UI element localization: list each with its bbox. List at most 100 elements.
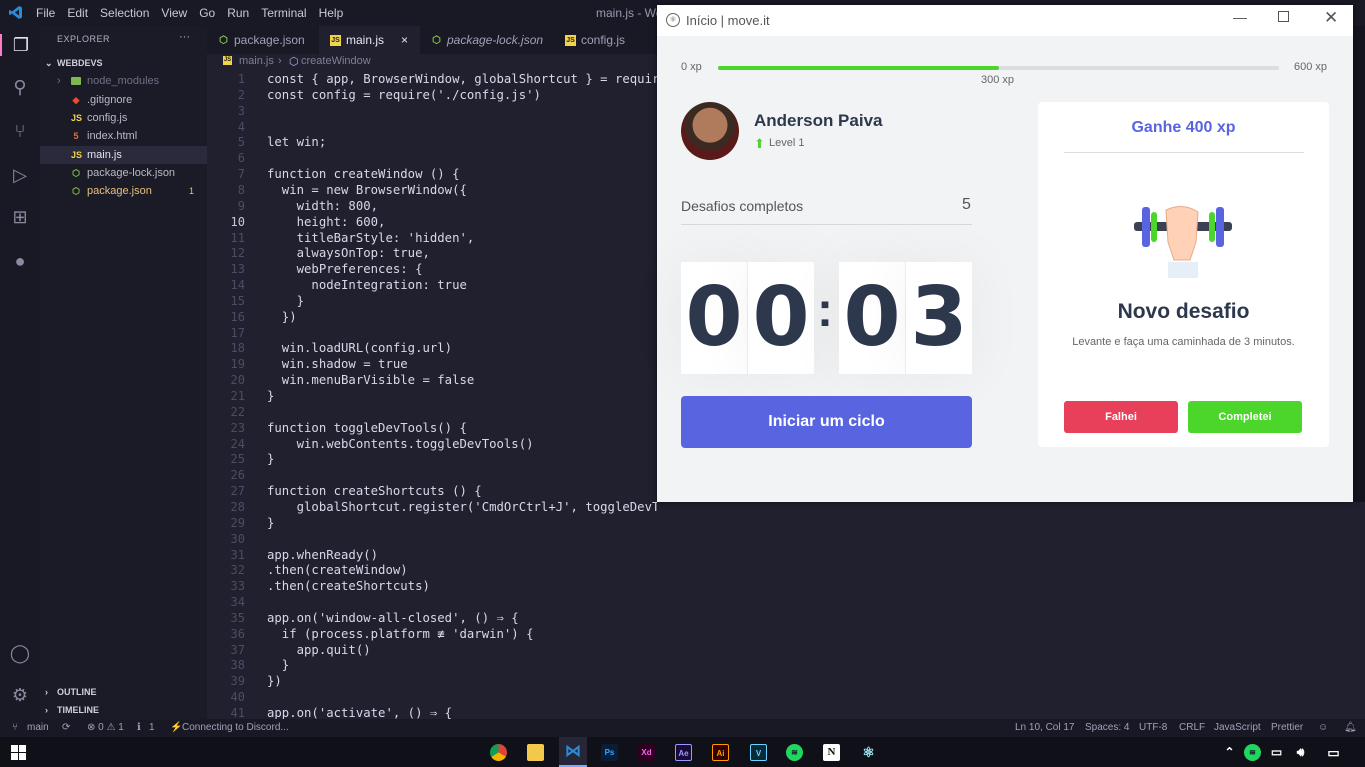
tab-package-lock-json[interactable]: ⬡ package-lock.json (420, 26, 554, 54)
tree-item-main-js[interactable]: JS main.js (40, 146, 207, 164)
line-number: 15 (230, 293, 245, 308)
encoding-status[interactable]: UTF-8 (1139, 722, 1167, 733)
tree-item-config-js[interactable]: JS config.js (40, 109, 207, 127)
spotify-tray-icon[interactable]: ≋ (1244, 744, 1261, 761)
breadcrumb-symbol[interactable]: createWindow (301, 55, 371, 67)
js-file-icon: JS (330, 35, 341, 46)
feedback-icon[interactable]: ☺ (1318, 722, 1328, 733)
account-icon[interactable]: ◯ (9, 642, 31, 664)
chrome-icon[interactable] (490, 744, 507, 761)
nodejs-icon: ⬡ (432, 35, 441, 46)
code-line: .then(createWindow) (267, 563, 408, 578)
sync-icon[interactable]: ⟳ (62, 722, 70, 733)
code-line: titleBarStyle: 'hidden', (267, 230, 475, 245)
line-number: 31 (230, 547, 245, 562)
code-line: .then(createShortcuts) (267, 579, 430, 594)
code-line: webPreferences: { (267, 262, 423, 277)
level-up-icon: ⬆ (754, 136, 765, 151)
prettier-status[interactable]: Prettier (1271, 722, 1303, 733)
explorer-icon[interactable]: ❐ (0, 34, 40, 56)
project-folder[interactable]: ⌄ WEBDEVS (40, 54, 207, 72)
tab-main-js[interactable]: JS main.js × (319, 26, 420, 54)
settings-gear-icon[interactable]: ⚙ (9, 684, 31, 706)
code-line: win.shadow = true (267, 357, 408, 372)
menu-help[interactable]: Help (319, 6, 344, 20)
tab-package-json[interactable]: ⬡ package.json (207, 26, 316, 54)
notion-icon[interactable]: N (823, 744, 840, 761)
menu-selection[interactable]: Selection (100, 6, 149, 20)
tree-item-package-lock[interactable]: ⬡ package-lock.json (40, 164, 207, 182)
code-line: width: 800, (267, 198, 379, 213)
function-icon: ⬡ (289, 56, 299, 68)
challenge-description: Levante e faça uma caminhada de 3 minuto… (1072, 336, 1295, 348)
start-cycle-button[interactable]: Iniciar um ciclo (681, 396, 972, 448)
tree-item-node-modules[interactable]: › node_modules (40, 72, 207, 90)
code-line: height: 600, (267, 214, 386, 229)
timeline-section[interactable]: › TIMELINE (40, 701, 207, 719)
branch-status[interactable]: main (27, 722, 49, 733)
outline-section[interactable]: › OUTLINE (40, 683, 207, 701)
vscode-icon[interactable]: ⋈ (559, 737, 587, 767)
extensions-icon[interactable]: ⊞ (9, 206, 31, 228)
illustrator-icon[interactable]: Ai (712, 744, 729, 761)
spotify-icon[interactable]: ≋ (786, 744, 803, 761)
code-line: const { app, BrowserWindow, globalShortc… (267, 72, 657, 86)
code-line: function createShortcuts () { (267, 484, 482, 499)
network-icon[interactable]: ▭ (1268, 744, 1285, 761)
indentation-status[interactable]: Spaces: 4 (1085, 722, 1129, 733)
menu-run[interactable]: Run (227, 6, 249, 20)
complete-button[interactable]: Completei (1188, 401, 1302, 433)
line-number: 13 (230, 262, 245, 277)
js-file-icon: JS (223, 56, 232, 65)
cursor-position[interactable]: Ln 10, Col 17 (1015, 722, 1075, 733)
editor-tabs: ⬡ package.json JS main.js × ⬡ package-lo… (207, 26, 657, 54)
code-editor[interactable]: 1 const { app, BrowserWindow, globalShort… (207, 70, 657, 719)
tree-item-gitignore[interactable]: ◆ .gitignore (40, 91, 207, 109)
problems-status[interactable]: ⊗ 0 ⚠ 1 (87, 722, 124, 733)
line-number: 37 (230, 642, 245, 657)
line-number: 11 (230, 230, 245, 245)
minimize-icon[interactable]: — (1233, 9, 1247, 25)
xp-max: 600 xp (1294, 61, 1328, 73)
explorer-more-button[interactable]: ··· (179, 31, 190, 43)
xp-current: 300 xp (981, 74, 1015, 86)
vegas-icon[interactable]: V (750, 744, 767, 761)
notifications-icon[interactable]: ▭ (1325, 744, 1342, 761)
chevron-up-icon[interactable]: ⌃ (1221, 744, 1238, 761)
close-tab-icon[interactable]: × (401, 26, 408, 54)
close-icon[interactable]: ✕ (1324, 8, 1338, 28)
code-line: app.whenReady() (267, 547, 379, 562)
tab-config-js[interactable]: JS config.js (554, 26, 657, 54)
tree-item-index-html[interactable]: 5 index.html (40, 127, 207, 145)
menu-view[interactable]: View (161, 6, 187, 20)
eol-status[interactable]: CRLF (1179, 722, 1205, 733)
after-effects-icon[interactable]: Ae (675, 744, 692, 761)
search-icon[interactable]: ⚲ (9, 76, 31, 98)
maximize-icon[interactable] (1278, 11, 1289, 22)
breadcrumb-file[interactable]: main.js (239, 55, 274, 67)
discord-status[interactable]: Connecting to Discord... (182, 722, 289, 733)
electron-icon[interactable]: ⚛ (860, 744, 877, 761)
spotify-icon[interactable]: ● (9, 250, 31, 272)
language-status[interactable]: JavaScript (1214, 722, 1261, 733)
line-number: 14 (230, 278, 245, 293)
xd-icon[interactable]: Xd (638, 744, 655, 761)
menu-edit[interactable]: Edit (67, 6, 88, 20)
tree-item-package-json[interactable]: ⬡ package.json 1 (40, 182, 207, 200)
notifications-bell-icon[interactable]: 🔔︎ (1344, 722, 1357, 733)
windows-start-icon[interactable] (11, 745, 26, 760)
menu-file[interactable]: File (36, 6, 55, 20)
files-icon[interactable] (527, 744, 544, 761)
line-number: 30 (230, 531, 245, 546)
menu-go[interactable]: Go (199, 6, 215, 20)
code-line: win.webContents.toggleDevTools() (267, 436, 534, 451)
run-debug-icon[interactable]: ▷ (9, 164, 31, 186)
fail-button[interactable]: Falhei (1064, 401, 1178, 433)
photoshop-icon[interactable]: Ps (601, 744, 618, 761)
menu-terminal[interactable]: Terminal (261, 6, 306, 20)
volume-icon[interactable]: 🔊︎ (1292, 744, 1309, 761)
source-control-icon[interactable]: ⑂ (9, 120, 31, 142)
code-line: app.quit() (267, 642, 371, 657)
chevron-down-icon: ⌄ (45, 58, 53, 68)
challenge-title: Novo desafio (1117, 300, 1250, 323)
